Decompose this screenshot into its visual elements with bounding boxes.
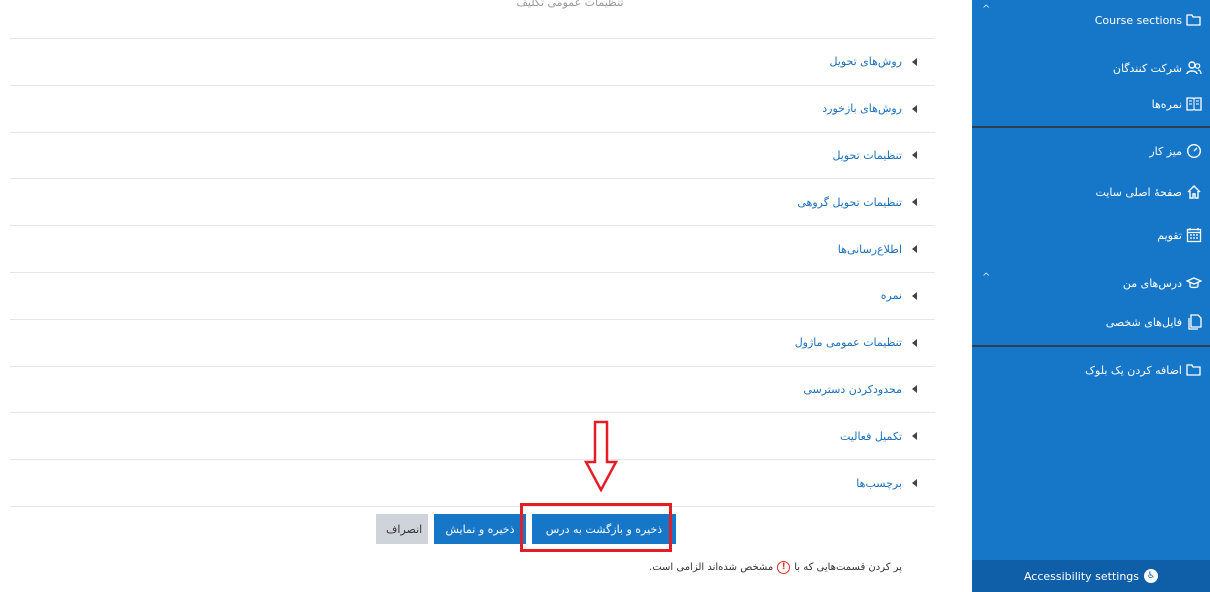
- sidebar-item-grades[interactable]: نمره‌ها: [1152, 92, 1202, 116]
- home-icon: [1185, 184, 1202, 201]
- collapse-caret-icon: [912, 57, 917, 66]
- section-tags[interactable]: برچسب‌ها: [10, 459, 935, 506]
- gauge-icon: [1185, 143, 1202, 160]
- chevron-up-icon[interactable]: ^: [982, 272, 990, 283]
- form-section-list: روش‌های تحویل روش‌های بازخورد تنظیمات تح…: [10, 38, 935, 507]
- folder-icon: [1185, 362, 1202, 379]
- graduation-cap-icon: [1185, 275, 1202, 292]
- folder-icon: [1185, 12, 1202, 29]
- chevron-up-icon[interactable]: ^: [982, 4, 990, 15]
- collapse-caret-icon: [912, 245, 917, 254]
- accessibility-settings-button[interactable]: Accessibility settings ♿: [972, 560, 1210, 592]
- sidebar-item-add-block[interactable]: اضافه کردن یک بلوک: [1085, 358, 1202, 382]
- section-common-module-settings[interactable]: تنظیمات عمومی ماژول: [10, 318, 935, 366]
- section-label: تنظیمات عمومی ماژول: [794, 336, 902, 350]
- calendar-icon: [1185, 227, 1202, 244]
- section-label: محدودکردن دسترسی: [803, 382, 902, 396]
- section-divider: [10, 505, 935, 507]
- section-label: تنظیمات تحویل: [832, 148, 902, 162]
- section-label: روش‌های تحویل: [829, 55, 902, 69]
- section-label: تنظیمات تحویل گروهی: [797, 195, 902, 209]
- section-feedback-types[interactable]: روش‌های بازخورد: [10, 84, 935, 132]
- sidebar-item-dashboard[interactable]: میز کار: [1149, 139, 1202, 163]
- section-label: تکمیل فعالیت: [839, 429, 902, 443]
- sidebar-item-course-sections[interactable]: Course sections: [1095, 8, 1202, 32]
- required-fields-note: پر کردن قسمت‌هایی که با ! مشخص شده‌اند ا…: [649, 561, 902, 574]
- section-notifications[interactable]: اطلاع‌رسانی‌ها: [10, 225, 935, 272]
- sidebar-item-private-files[interactable]: فایل‌های شخصی: [1106, 310, 1202, 334]
- highlight-annotation-box: [520, 503, 672, 552]
- collapse-caret-icon: [912, 432, 917, 441]
- cancel-button[interactable]: انصراف: [376, 514, 428, 544]
- section-label: نمره: [880, 289, 902, 303]
- section-restrict-access[interactable]: محدودکردن دسترسی: [10, 365, 935, 413]
- collapse-caret-icon: [912, 479, 917, 488]
- sidebar-divider: [972, 126, 1210, 128]
- files-icon: [1185, 314, 1202, 331]
- section-activity-completion[interactable]: تکمیل فعالیت: [10, 412, 935, 459]
- section-label: برچسب‌ها: [856, 476, 902, 490]
- section-submission-types[interactable]: روش‌های تحویل: [10, 38, 935, 85]
- collapse-caret-icon: [912, 338, 917, 347]
- section-submission-settings[interactable]: تنظیمات تحویل: [10, 131, 935, 179]
- down-arrow-annotation-icon: [584, 420, 618, 492]
- sidebar-divider: [972, 345, 1210, 347]
- section-group-submission-settings[interactable]: تنظیمات تحویل گروهی: [10, 178, 935, 225]
- collapse-caret-icon: [912, 291, 917, 300]
- gradebook-icon: [1185, 96, 1202, 113]
- collapse-caret-icon: [912, 198, 917, 207]
- collapse-caret-icon: [912, 385, 917, 394]
- sidebar-item-participants[interactable]: شرکت کنندگان: [1113, 56, 1202, 80]
- accessibility-icon: ♿: [1144, 569, 1159, 583]
- section-label: اطلاع‌رسانی‌ها: [837, 242, 902, 256]
- section-grade[interactable]: نمره: [10, 271, 935, 319]
- collapse-caret-icon: [912, 104, 917, 113]
- collapse-caret-icon: [912, 151, 917, 160]
- users-icon: [1185, 60, 1202, 77]
- sidebar-item-calendar[interactable]: تقویم: [1157, 223, 1202, 247]
- top-partial-heading: تنظیمات عمومی تکلیف: [516, 0, 624, 9]
- required-exclamation-icon: !: [777, 561, 791, 574]
- sidebar-item-site-home[interactable]: صفحهٔ اصلی سایت: [1095, 180, 1202, 204]
- sidebar-item-my-courses[interactable]: درس‌های من: [1123, 271, 1202, 295]
- save-and-display-button[interactable]: ذخیره و نمایش: [434, 514, 526, 544]
- section-label: روش‌های بازخورد: [822, 102, 902, 116]
- sidebar-nav: ^ Course sections شرکت کنندگان نمره‌ها م…: [972, 0, 1210, 592]
- main-content: تنظیمات عمومی تکلیف روش‌های تحویل روش‌ها…: [0, 0, 940, 592]
